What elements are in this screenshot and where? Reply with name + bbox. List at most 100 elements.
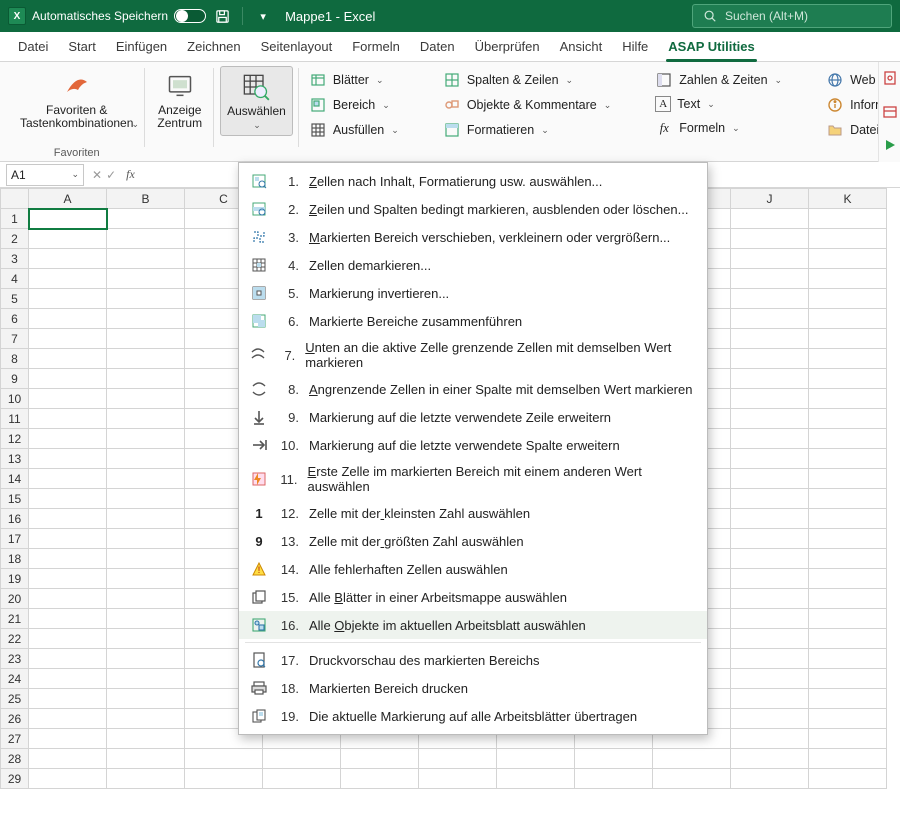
cell-B18[interactable] bbox=[107, 549, 185, 569]
menu-item-1[interactable]: 1. Zellen nach Inhalt, Formatierung usw.… bbox=[239, 167, 707, 195]
cell-J17[interactable] bbox=[731, 529, 809, 549]
cell-B8[interactable] bbox=[107, 349, 185, 369]
row-header-4[interactable]: 4 bbox=[1, 269, 29, 289]
cell-A23[interactable] bbox=[29, 649, 107, 669]
cell-J11[interactable] bbox=[731, 409, 809, 429]
tab-start[interactable]: Start bbox=[58, 33, 105, 61]
cell-A21[interactable] bbox=[29, 609, 107, 629]
cell-A28[interactable] bbox=[29, 749, 107, 769]
blaetter-button[interactable]: Blätter⌄ bbox=[305, 68, 403, 92]
cell-K8[interactable] bbox=[809, 349, 887, 369]
cell-J4[interactable] bbox=[731, 269, 809, 289]
quick-access-overflow-icon[interactable]: ▾ bbox=[253, 6, 273, 26]
cell-J14[interactable] bbox=[731, 469, 809, 489]
cell-I28[interactable] bbox=[653, 749, 731, 769]
cell-J15[interactable] bbox=[731, 489, 809, 509]
cell-K7[interactable] bbox=[809, 329, 887, 349]
cell-A29[interactable] bbox=[29, 769, 107, 789]
cell-K4[interactable] bbox=[809, 269, 887, 289]
ausfuellen-button[interactable]: Ausfüllen⌄ bbox=[305, 118, 403, 142]
name-box[interactable]: A1 ⌄ bbox=[6, 164, 84, 186]
cell-J19[interactable] bbox=[731, 569, 809, 589]
cell-K5[interactable] bbox=[809, 289, 887, 309]
row-header-23[interactable]: 23 bbox=[1, 649, 29, 669]
cell-A13[interactable] bbox=[29, 449, 107, 469]
row-header-3[interactable]: 3 bbox=[1, 249, 29, 269]
cell-D29[interactable] bbox=[263, 769, 341, 789]
cell-A5[interactable] bbox=[29, 289, 107, 309]
row-header-22[interactable]: 22 bbox=[1, 629, 29, 649]
menu-item-6[interactable]: 6. Markierte Bereiche zusammenführen bbox=[239, 307, 707, 335]
cell-K6[interactable] bbox=[809, 309, 887, 329]
menu-item-3[interactable]: 3. Markierten Bereich verschieben, verkl… bbox=[239, 223, 707, 251]
cell-D28[interactable] bbox=[263, 749, 341, 769]
menu-item-17[interactable]: 17. Druckvorschau des markierten Bereich… bbox=[239, 646, 707, 674]
row-header-18[interactable]: 18 bbox=[1, 549, 29, 569]
menu-item-8[interactable]: 8. Angrenzende Zellen in einer Spalte mi… bbox=[239, 375, 707, 403]
menu-item-16[interactable]: 16. Alle Objekte im aktuellen Arbeitsbla… bbox=[239, 611, 707, 639]
cell-C29[interactable] bbox=[185, 769, 263, 789]
row-header-2[interactable]: 2 bbox=[1, 229, 29, 249]
cell-K12[interactable] bbox=[809, 429, 887, 449]
autosave-toggle[interactable]: Automatisches Speichern bbox=[32, 9, 206, 23]
row-header-8[interactable]: 8 bbox=[1, 349, 29, 369]
cell-J1[interactable] bbox=[731, 209, 809, 229]
cell-B26[interactable] bbox=[107, 709, 185, 729]
favoriten-button[interactable]: Favoriten & Tastenkombinationen ⌄ bbox=[14, 66, 139, 147]
cancel-formula-icon[interactable]: ✕ bbox=[92, 168, 102, 182]
cell-A25[interactable] bbox=[29, 689, 107, 709]
asap-tools-icon[interactable] bbox=[882, 104, 898, 123]
anzeige-zentrum-button[interactable]: Anzeige Zentrum bbox=[151, 66, 208, 134]
tab-überprüfen[interactable]: Überprüfen bbox=[465, 33, 550, 61]
cell-E29[interactable] bbox=[341, 769, 419, 789]
cell-K23[interactable] bbox=[809, 649, 887, 669]
auswaehlen-button[interactable]: Auswählen ⌄ bbox=[220, 66, 293, 136]
menu-item-12[interactable]: 1 12. Zelle mit der kleinsten Zahl auswä… bbox=[239, 499, 707, 527]
cell-J7[interactable] bbox=[731, 329, 809, 349]
tab-daten[interactable]: Daten bbox=[410, 33, 465, 61]
col-header-B[interactable]: B bbox=[107, 189, 185, 209]
row-header-16[interactable]: 16 bbox=[1, 509, 29, 529]
cell-B20[interactable] bbox=[107, 589, 185, 609]
cell-A12[interactable] bbox=[29, 429, 107, 449]
cell-A15[interactable] bbox=[29, 489, 107, 509]
tab-datei[interactable]: Datei bbox=[8, 33, 58, 61]
tab-einfügen[interactable]: Einfügen bbox=[106, 33, 177, 61]
cell-B11[interactable] bbox=[107, 409, 185, 429]
cell-B29[interactable] bbox=[107, 769, 185, 789]
cell-B19[interactable] bbox=[107, 569, 185, 589]
tab-formeln[interactable]: Formeln bbox=[342, 33, 410, 61]
cell-J18[interactable] bbox=[731, 549, 809, 569]
row-header-6[interactable]: 6 bbox=[1, 309, 29, 329]
cell-J6[interactable] bbox=[731, 309, 809, 329]
cell-A16[interactable] bbox=[29, 509, 107, 529]
tab-ansicht[interactable]: Ansicht bbox=[550, 33, 613, 61]
cell-A1[interactable] bbox=[29, 209, 107, 229]
cell-B12[interactable] bbox=[107, 429, 185, 449]
cell-J3[interactable] bbox=[731, 249, 809, 269]
cell-B14[interactable] bbox=[107, 469, 185, 489]
cell-J22[interactable] bbox=[731, 629, 809, 649]
cell-B16[interactable] bbox=[107, 509, 185, 529]
cell-K22[interactable] bbox=[809, 629, 887, 649]
tab-seitenlayout[interactable]: Seitenlayout bbox=[251, 33, 343, 61]
row-header-12[interactable]: 12 bbox=[1, 429, 29, 449]
spalten-zeilen-button[interactable]: Spalten & Zeilen⌄ bbox=[439, 68, 615, 92]
cell-G29[interactable] bbox=[497, 769, 575, 789]
cell-B27[interactable] bbox=[107, 729, 185, 749]
cell-A2[interactable] bbox=[29, 229, 107, 249]
tab-asap-utilities[interactable]: ASAP Utilities bbox=[658, 33, 764, 61]
row-header-20[interactable]: 20 bbox=[1, 589, 29, 609]
cell-A8[interactable] bbox=[29, 349, 107, 369]
cell-A10[interactable] bbox=[29, 389, 107, 409]
cell-J21[interactable] bbox=[731, 609, 809, 629]
cell-J27[interactable] bbox=[731, 729, 809, 749]
cell-B21[interactable] bbox=[107, 609, 185, 629]
zahlen-zeiten-button[interactable]: Zahlen & Zeiten⌄ bbox=[651, 68, 786, 92]
cell-A24[interactable] bbox=[29, 669, 107, 689]
menu-item-5[interactable]: 5. Markierung invertieren... bbox=[239, 279, 707, 307]
cell-A6[interactable] bbox=[29, 309, 107, 329]
row-header-21[interactable]: 21 bbox=[1, 609, 29, 629]
fx-icon[interactable]: fx bbox=[120, 167, 141, 182]
menu-item-15[interactable]: 15. Alle Blätter in einer Arbeitsmappe a… bbox=[239, 583, 707, 611]
